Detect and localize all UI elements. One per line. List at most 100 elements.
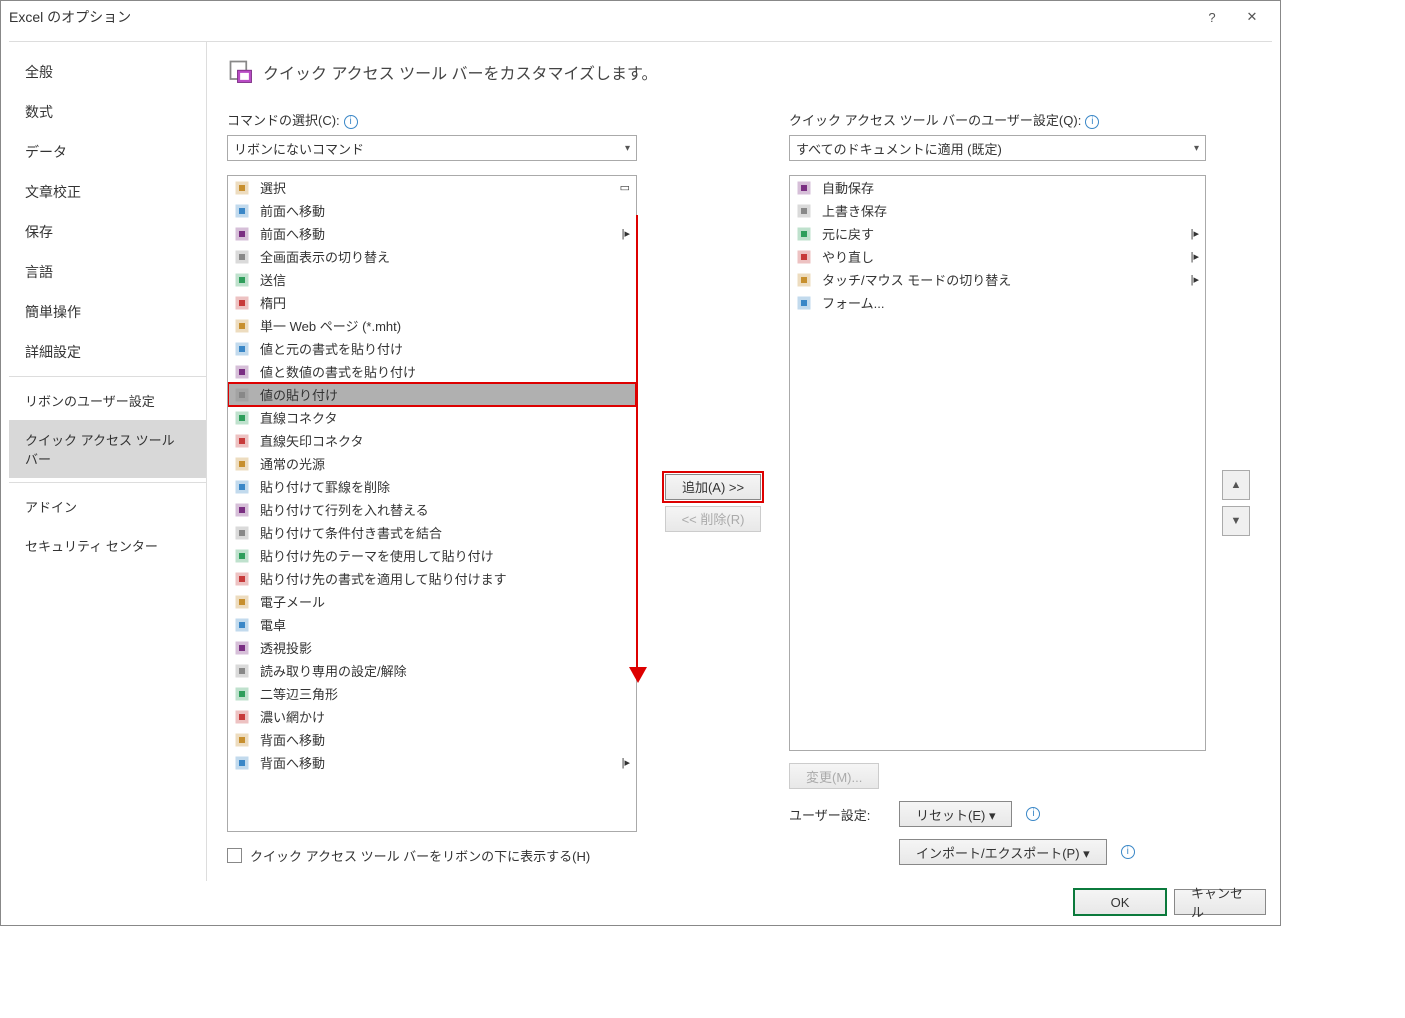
ok-button[interactable]: OK [1074,889,1166,915]
sidebar-item-general[interactable]: 全般 [9,52,206,92]
sidebar-item-ribbon[interactable]: リボンのユーザー設定 [9,381,206,420]
list-item[interactable]: 背面へ移動 [228,728,636,751]
list-item-label: 電卓 [260,615,286,634]
sidebar-item-proofing[interactable]: 文章校正 [9,172,206,212]
list-item-label: 貼り付けて条件付き書式を結合 [260,523,442,542]
list-item[interactable]: 直線コネクタ [228,406,636,429]
list-item[interactable]: フォーム... [790,291,1205,314]
submenu-glyph: |▸ [1191,250,1199,263]
list-item[interactable]: 選択▭ [228,176,636,199]
commands-listbox[interactable]: 選択▭前面へ移動前面へ移動|▸全画面表示の切り替え送信楕円単一 Web ページ … [227,175,637,832]
list-item-label: 前面へ移動 [260,201,325,220]
command-icon [794,247,814,267]
command-icon [232,730,252,750]
sidebar-item-access[interactable]: 簡単操作 [9,292,206,332]
sidebar-item-language[interactable]: 言語 [9,252,206,292]
sidebar-item-formulas[interactable]: 数式 [9,92,206,132]
list-item[interactable]: 貼り付け先の書式を適用して貼り付けます [228,567,636,590]
submenu-glyph: |▸ [1191,273,1199,286]
sidebar-item-trust[interactable]: セキュリティ センター [9,526,206,565]
sidebar-separator [9,482,206,483]
dialog-window: Excel のオプション ? ✕ 全般 数式 データ 文章校正 保存 言語 簡単… [0,0,1281,926]
main-panel: クイック アクセス ツール バーをカスタマイズします。 コマンドの選択(C):i… [207,42,1272,881]
sidebar-item-addins[interactable]: アドイン [9,487,206,526]
help-button[interactable]: ? [1192,2,1232,32]
list-item-label: 直線コネクタ [260,408,337,427]
list-item[interactable]: 貼り付けて条件付き書式を結合 [228,521,636,544]
list-item[interactable]: 自動保存 [790,176,1205,199]
list-item[interactable]: 元に戻す|▸ [790,222,1205,245]
info-icon[interactable]: i [1026,807,1040,821]
annotation-arrow-head [629,667,647,683]
list-item[interactable]: 二等辺三角形 [228,682,636,705]
move-up-button[interactable]: ▲ [1222,470,1250,500]
user-settings-label: ユーザー設定: [789,805,889,824]
modify-button[interactable]: 変更(M)... [789,763,879,789]
list-item[interactable]: 透視投影 [228,636,636,659]
import-export-button[interactable]: インポート/エクスポート(P) ▾ [899,839,1107,865]
command-icon [794,201,814,221]
info-icon[interactable]: i [1121,845,1135,859]
list-item[interactable]: 電子メール [228,590,636,613]
command-icon [232,638,252,658]
remove-button[interactable]: << 削除(R) [665,506,762,532]
command-icon [232,546,252,566]
list-item[interactable]: 直線矢印コネクタ [228,429,636,452]
list-item[interactable]: 貼り付けて行列を入れ替える [228,498,636,521]
list-item-label: 前面へ移動 [260,224,325,243]
show-below-ribbon-checkbox[interactable] [227,848,242,863]
sidebar-separator [9,376,206,377]
list-item[interactable]: 貼り付けて罫線を削除 [228,475,636,498]
list-item[interactable]: 上書き保存 [790,199,1205,222]
list-item[interactable]: 値の貼り付け [228,383,636,406]
close-button[interactable]: ✕ [1232,2,1272,32]
checkbox-row: クイック アクセス ツール バーをリボンの下に表示する(H) [227,846,637,865]
list-item-label: 貼り付けて行列を入れ替える [260,500,429,519]
info-icon[interactable]: i [344,115,358,129]
sidebar-item-qat[interactable]: クイック アクセス ツール バー [9,420,206,478]
command-icon [232,592,252,612]
list-item[interactable]: タッチ/マウス モードの切り替え|▸ [790,268,1205,291]
list-item-label: やり直し [822,247,874,266]
commands-dropdown[interactable]: リボンにないコマンド ▾ [227,135,637,161]
add-button[interactable]: 追加(A) >> [665,474,761,500]
list-item[interactable]: 送信 [228,268,636,291]
list-item[interactable]: 値と数値の書式を貼り付け [228,360,636,383]
list-item[interactable]: 貼り付け先のテーマを使用して貼り付け [228,544,636,567]
command-icon [232,224,252,244]
right-column: クイック アクセス ツール バーのユーザー設定(Q):i すべてのドキュメントに… [789,110,1206,865]
reset-row: ユーザー設定: リセット(E) ▾ i [789,801,1206,827]
list-item[interactable]: 前面へ移動 [228,199,636,222]
list-item[interactable]: 前面へ移動|▸ [228,222,636,245]
list-item[interactable]: 濃い網かけ [228,705,636,728]
qat-listbox[interactable]: 自動保存上書き保存元に戻す|▸やり直し|▸タッチ/マウス モードの切り替え|▸フ… [789,175,1206,751]
command-icon [232,500,252,520]
list-item[interactable]: 全画面表示の切り替え [228,245,636,268]
list-item[interactable]: 単一 Web ページ (*.mht) [228,314,636,337]
cancel-button[interactable]: キャンセル [1174,889,1266,915]
command-icon [232,339,252,359]
info-icon[interactable]: i [1085,115,1099,129]
right-label: クイック アクセス ツール バーのユーザー設定(Q):i [789,110,1206,129]
content-area: 全般 数式 データ 文章校正 保存 言語 簡単操作 詳細設定 リボンのユーザー設… [9,41,1272,881]
list-item-label: 単一 Web ページ (*.mht) [260,316,401,335]
command-icon [794,270,814,290]
sidebar-item-save[interactable]: 保存 [9,212,206,252]
list-item[interactable]: 電卓 [228,613,636,636]
list-item[interactable]: 背面へ移動|▸ [228,751,636,774]
left-label: コマンドの選択(C):i [227,110,637,129]
list-item[interactable]: やり直し |▸ [790,245,1205,268]
list-item[interactable]: 読み取り専用の設定/解除 [228,659,636,682]
scope-dropdown[interactable]: すべてのドキュメントに適用 (既定) ▾ [789,135,1206,161]
list-item[interactable]: 通常の光源 [228,452,636,475]
list-item[interactable]: 楕円 [228,291,636,314]
sidebar-item-data[interactable]: データ [9,132,206,172]
command-icon [232,385,252,405]
reset-button[interactable]: リセット(E) ▾ [899,801,1012,827]
list-item-label: 読み取り専用の設定/解除 [260,661,407,680]
sidebar-item-advanced[interactable]: 詳細設定 [9,332,206,372]
list-item[interactable]: 値と元の書式を貼り付け [228,337,636,360]
move-down-button[interactable]: ▼ [1222,506,1250,536]
list-item-label: 自動保存 [822,178,874,197]
list-item-label: 選択 [260,178,286,197]
